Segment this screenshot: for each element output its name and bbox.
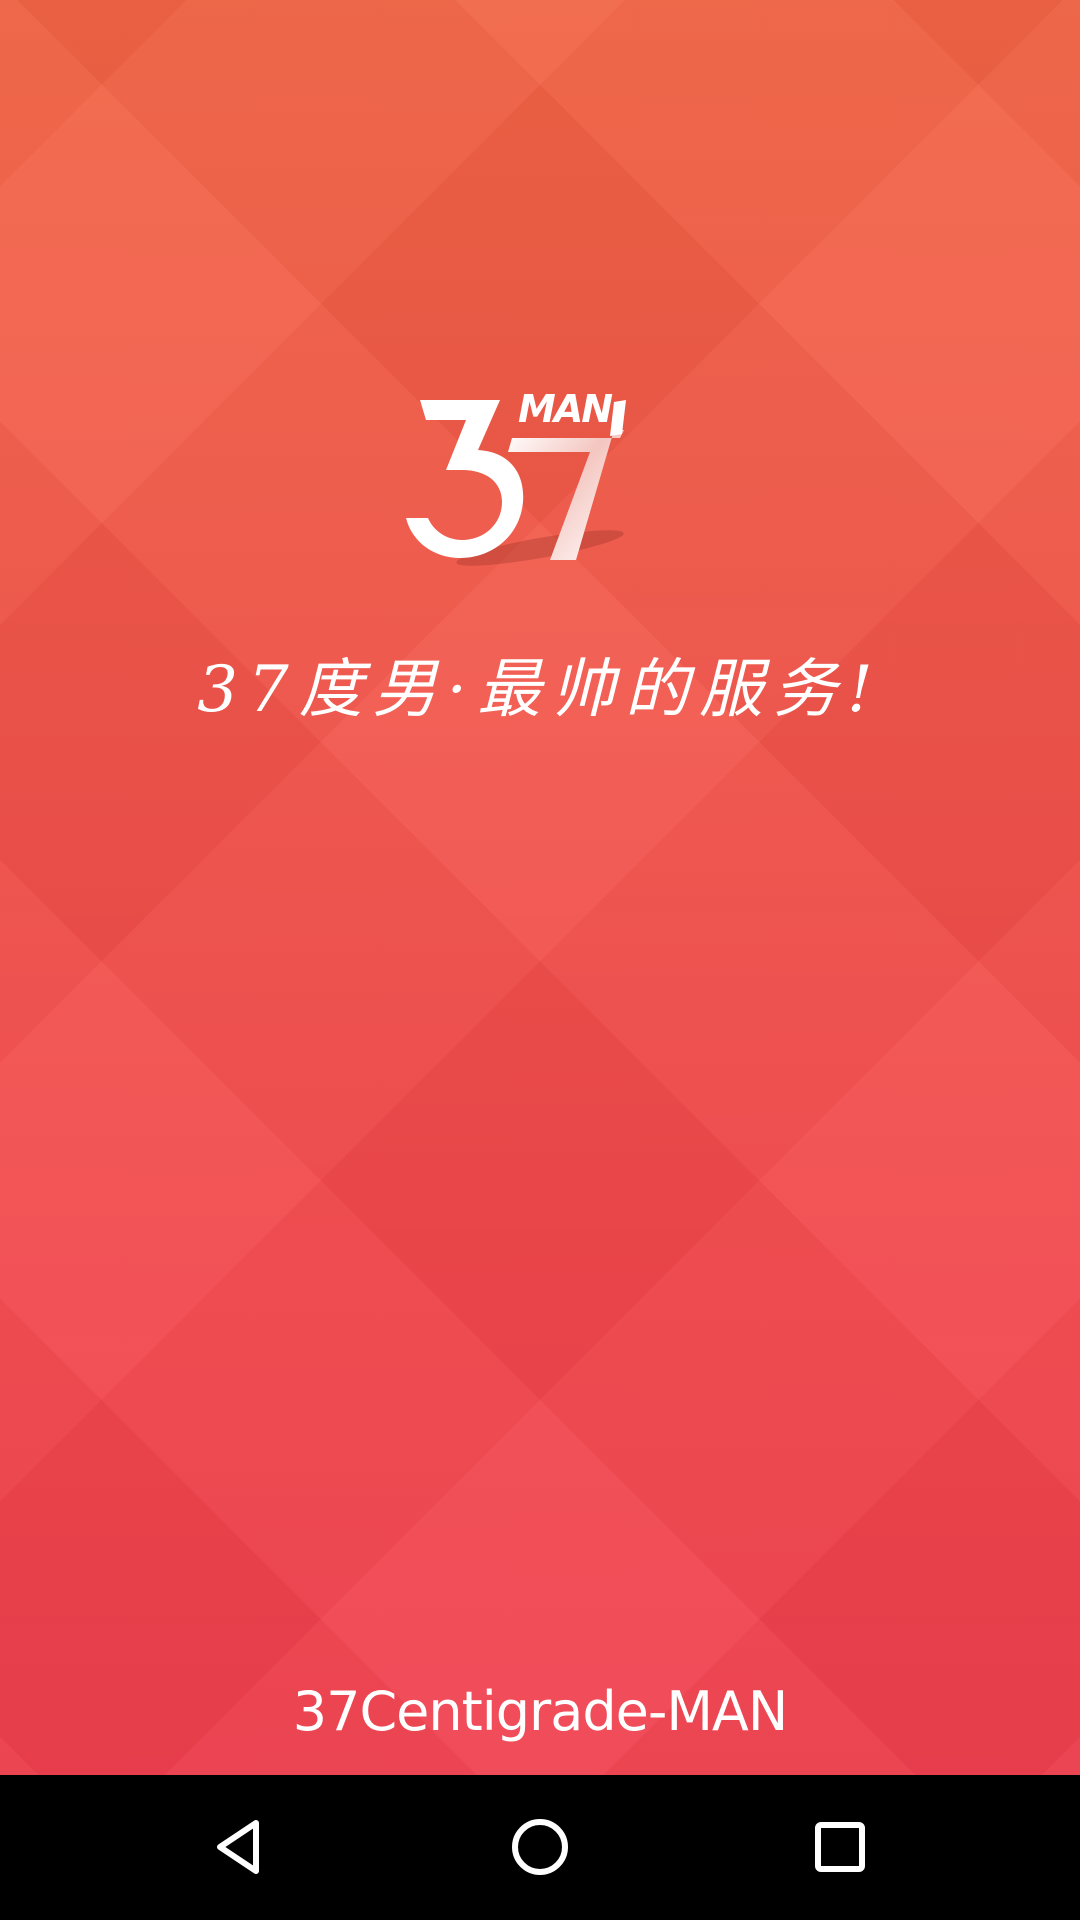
home-circle-icon [512, 1819, 568, 1875]
recent-apps-square-icon [815, 1822, 865, 1872]
back-triangle-icon [217, 1820, 259, 1874]
recent-apps-button[interactable] [790, 1797, 890, 1897]
brand-name-text: 37Centigrade-MAN [292, 1680, 789, 1743]
slogan-text: 37度男·最帅的服务! [197, 653, 883, 727]
app-logo: MAN [400, 390, 640, 590]
system-navigation-bar [0, 1775, 1080, 1920]
back-button[interactable] [190, 1797, 290, 1897]
splash-screen: MAN 37度男·最帅的服务! 37Centigrade-MAN [0, 0, 1080, 1775]
home-button[interactable] [490, 1797, 590, 1897]
app-screen: MAN 37度男·最帅的服务! 37Centigrade-MAN [0, 0, 1080, 1920]
logo-man-wordmark: MAN [518, 387, 613, 431]
